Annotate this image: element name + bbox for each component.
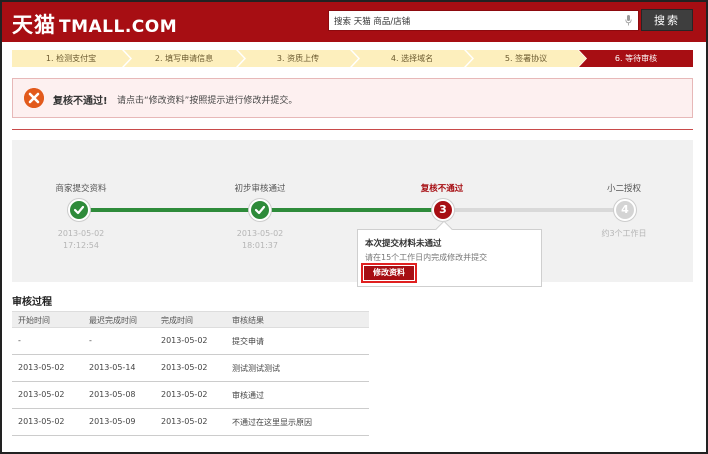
failure-popup: 本次提交材料未通过 请在15个工作日内完成修改并提交 修改资料	[357, 220, 542, 287]
stage-node-2	[249, 199, 271, 221]
logo-chinese: 天猫	[12, 12, 56, 37]
search-button[interactable]: 搜索	[641, 9, 693, 31]
error-message: 请点击“修改资料”按照提示进行修改并提交。	[117, 96, 298, 106]
cell: 2013-05-02	[18, 363, 65, 372]
cell: 不通过在这里显示原因	[232, 418, 312, 427]
popup-title: 本次提交材料未通过	[365, 239, 442, 249]
stage-clock: 17:12:54	[63, 241, 99, 250]
cell: 2013-05-08	[89, 390, 136, 399]
step-3: 3. 资质上传	[238, 50, 358, 67]
check-icon	[73, 205, 85, 215]
cell: 审核通过	[232, 391, 264, 400]
progress-track-pending	[443, 208, 625, 212]
cell: 2013-05-09	[89, 417, 136, 426]
cell: 2013-05-02	[18, 417, 65, 426]
stage-time-1: 2013-05-02 17:12:54	[31, 228, 131, 252]
table-row: 2013-05-02 2013-05-14 2013-05-02 测试测试测试	[12, 355, 369, 382]
cell: 2013-05-02	[161, 390, 208, 399]
search-box	[328, 10, 639, 31]
popup-text: 请在15个工作日内完成修改并提交	[365, 253, 488, 262]
stage-node-4: 4	[614, 199, 636, 221]
cell: 2013-05-02	[161, 417, 208, 426]
error-alert: 复核不通过! 请点击“修改资料”按照提示进行修改并提交。	[12, 78, 693, 118]
table-row: 2013-05-02 2013-05-08 2013-05-02 审核通过	[12, 382, 369, 409]
stage-time-2: 2013-05-02 18:01:37	[210, 228, 310, 252]
cell: 2013-05-02	[161, 336, 208, 345]
audit-progress-panel: 商家提交资料 初步审核通过 复核不通过 小二授权 3 4 2013-05-02 …	[12, 140, 693, 282]
audit-section-title: 审核过程	[12, 297, 52, 308]
step-4: 4. 选择域名	[352, 50, 472, 67]
stage-time-4: 约3个工作日	[574, 228, 674, 240]
logo-english: TMALL.COM	[59, 17, 178, 37]
stage-node-1	[68, 199, 90, 221]
edit-info-button[interactable]: 修改资料	[364, 266, 414, 280]
cell: -	[18, 336, 21, 345]
table-header: 开始时间 最迟完成时间 完成时间 审核结果	[12, 311, 369, 328]
step-5: 5. 签署协议	[466, 50, 586, 67]
stage-date: 2013-05-02	[236, 229, 284, 238]
tmall-logo[interactable]: 天猫 TMALL.COM	[12, 9, 177, 39]
microphone-icon[interactable]	[625, 15, 632, 26]
cell: 2013-05-02	[18, 390, 65, 399]
stage-clock: 18:01:37	[242, 241, 278, 250]
stage-node-3: 3	[432, 199, 454, 221]
stage-label-authorize: 小二授权	[606, 184, 641, 194]
edit-button-highlight: 修改资料	[361, 263, 417, 283]
step-1: 1. 检测支付宝	[12, 50, 130, 67]
audit-table: 开始时间 最迟完成时间 完成时间 审核结果 - - 2013-05-02 提交申…	[12, 311, 369, 436]
stage-estimate: 约3个工作日	[601, 229, 647, 238]
cell: 2013-05-02	[161, 363, 208, 372]
error-x-icon	[24, 88, 44, 108]
error-title: 复核不通过!	[53, 96, 108, 107]
col-done-time: 完成时间	[161, 316, 193, 325]
search-input[interactable]	[329, 11, 619, 30]
stage-date: 2013-05-02	[57, 229, 105, 238]
stage-label-initial-pass: 初步审核通过	[234, 184, 286, 194]
table-row: - - 2013-05-02 提交申请	[12, 328, 369, 355]
stage-label-review-failed: 复核不通过	[420, 184, 464, 194]
table-row: 2013-05-02 2013-05-09 2013-05-02 不通过在这里显…	[12, 409, 369, 436]
cell: -	[89, 336, 92, 345]
cell: 提交申请	[232, 337, 264, 346]
section-divider	[12, 129, 693, 130]
col-result: 审核结果	[232, 316, 264, 325]
col-start-time: 开始时间	[18, 316, 50, 325]
col-deadline: 最迟完成时间	[89, 316, 137, 325]
step-6-current: 6. 等待审核	[579, 50, 693, 67]
check-icon	[254, 205, 266, 215]
cell: 2013-05-14	[89, 363, 136, 372]
cell: 测试测试测试	[232, 364, 280, 373]
stage-label-submit: 商家提交资料	[55, 184, 107, 194]
step-2: 2. 填写申请信息	[124, 50, 244, 67]
application-steps: 1. 检测支付宝 2. 填写申请信息 3. 资质上传 4. 选择域名 5. 签署…	[12, 50, 693, 67]
